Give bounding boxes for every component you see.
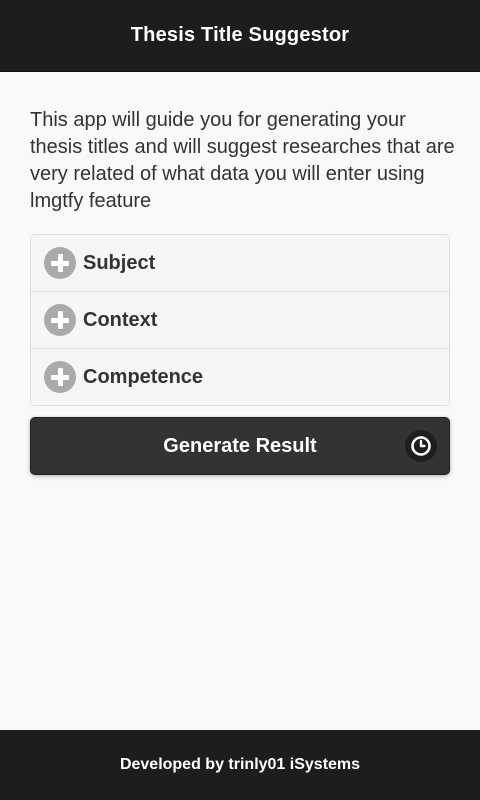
header-bar: Thesis Title Suggestor bbox=[0, 0, 480, 72]
collapsible-competence[interactable]: Competence bbox=[31, 349, 449, 405]
footer-bar: Developed by trinly01 iSystems bbox=[0, 730, 480, 800]
footer-credit: Developed by trinly01 iSystems bbox=[119, 756, 361, 773]
generate-result-button[interactable]: Generate Result bbox=[30, 417, 450, 475]
plus-icon bbox=[44, 247, 76, 279]
plus-icon bbox=[44, 361, 76, 393]
collapsible-set: Subject Context Competence bbox=[30, 234, 450, 406]
collapsible-context[interactable]: Context bbox=[31, 292, 449, 349]
collapsible-label-context: Context bbox=[83, 308, 158, 331]
intro-text: This app will guide you for generating y… bbox=[30, 109, 455, 212]
generate-result-label: Generate Result bbox=[163, 434, 317, 457]
page-title: Thesis Title Suggestor bbox=[130, 24, 350, 46]
collapsible-label-competence: Competence bbox=[83, 365, 204, 388]
plus-icon bbox=[44, 304, 76, 336]
collapsible-label-subject: Subject bbox=[83, 251, 156, 274]
main-content: This app will guide you for generating y… bbox=[0, 71, 480, 730]
app-root: Thesis Title Suggestor This app will gui… bbox=[0, 0, 480, 800]
collapsible-subject[interactable]: Subject bbox=[31, 235, 449, 292]
clock-icon bbox=[405, 430, 437, 462]
